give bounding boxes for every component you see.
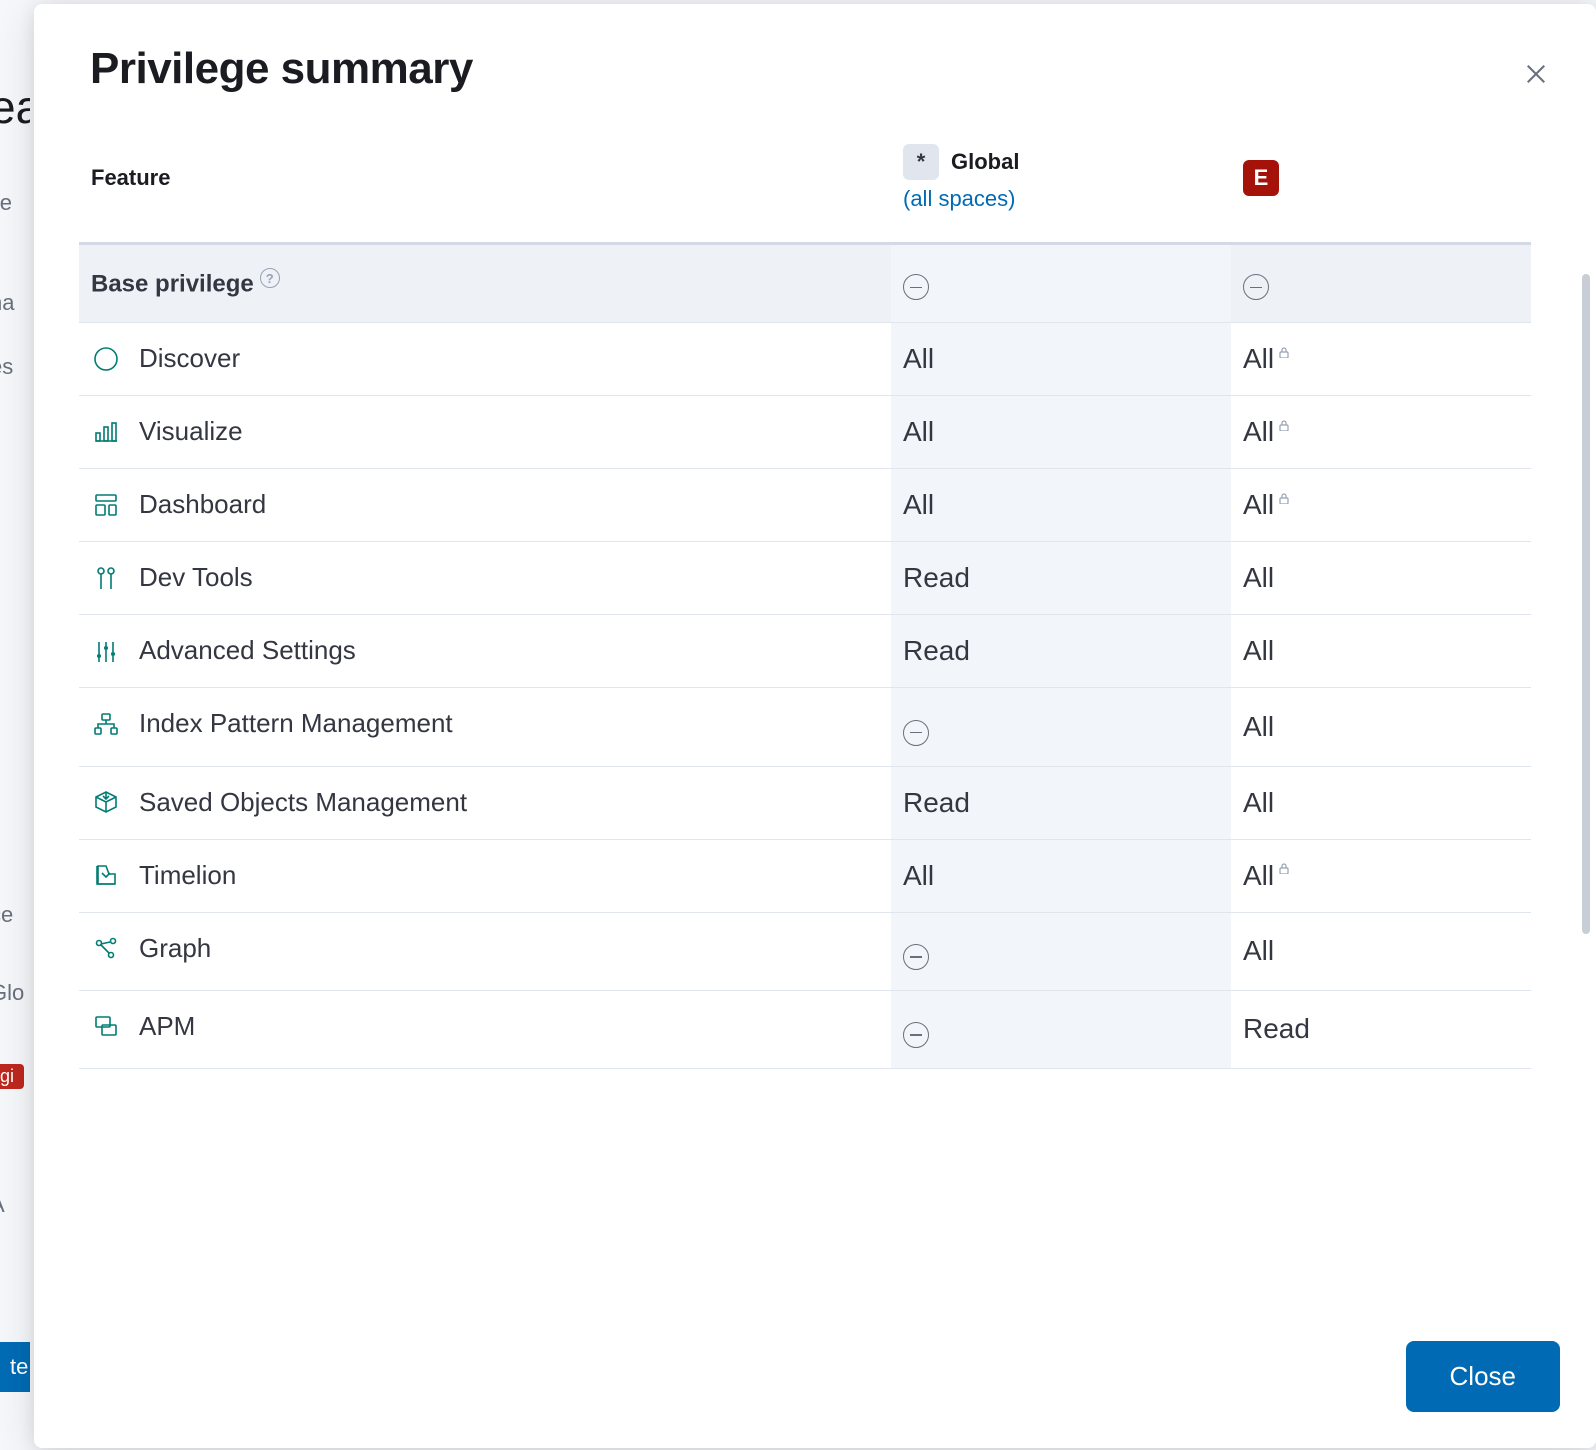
feature-label: APM <box>139 1011 195 1042</box>
feature-name-cell: Dashboard <box>79 469 891 540</box>
base-privilege-row: Base privilege? <box>79 244 1531 323</box>
column-header-space-e: E <box>1231 124 1531 244</box>
feature-row: Advanced Settings ReadAll <box>79 615 1531 688</box>
feature-global-value <box>891 688 1231 766</box>
feature-row: Dev Tools ReadAll <box>79 542 1531 615</box>
feature-row: Dashboard AllAll <box>79 469 1531 542</box>
feature-e-value: All <box>1231 323 1531 396</box>
feature-global-value: Read <box>891 542 1231 615</box>
close-icon[interactable] <box>1516 54 1556 94</box>
base-privilege-global <box>891 244 1231 323</box>
minus-icon <box>903 944 929 970</box>
space-e-badge: E <box>1243 160 1279 196</box>
feature-name-cell: Graph <box>79 913 891 984</box>
feature-row: Discover AllAll <box>79 323 1531 396</box>
lock-icon <box>1278 345 1290 361</box>
feature-name-cell: Discover <box>79 323 891 394</box>
feature-row: Visualize AllAll <box>79 396 1531 469</box>
feature-name-cell: Dev Tools <box>79 542 891 613</box>
feature-global-value: All <box>891 323 1231 396</box>
column-header-global: * Global (all spaces) <box>891 124 1231 244</box>
modal-title: Privilege summary <box>90 44 1540 94</box>
feature-label: Advanced Settings <box>139 635 356 666</box>
feature-name-cell: APM <box>79 991 891 1062</box>
advanced-icon <box>91 636 121 666</box>
dashboard-icon <box>91 490 121 520</box>
feature-label: Dev Tools <box>139 562 253 593</box>
all-spaces-link[interactable]: (all spaces) <box>903 186 1015 212</box>
apm-icon <box>91 1011 121 1041</box>
feature-name-cell: Advanced Settings <box>79 615 891 686</box>
feature-e-value: Read <box>1231 990 1531 1068</box>
feature-name-cell: Index Pattern Management <box>79 688 891 759</box>
timelion-icon <box>91 860 121 890</box>
minus-icon <box>1243 274 1269 300</box>
graph-icon <box>91 933 121 963</box>
feature-row: Graph All <box>79 912 1531 990</box>
feature-name-cell: Timelion <box>79 840 891 911</box>
privilege-table: Feature * Global (all spaces) <box>79 124 1531 1069</box>
devtools-icon <box>91 563 121 593</box>
feature-global-value: Read <box>891 766 1231 839</box>
feature-name-cell: Visualize <box>79 396 891 467</box>
feature-row: Saved Objects Management ReadAll <box>79 766 1531 839</box>
base-privilege-e <box>1231 244 1531 323</box>
feature-e-value: All <box>1231 542 1531 615</box>
feature-label: Index Pattern Management <box>139 708 453 739</box>
compass-icon <box>91 344 121 374</box>
feature-e-value: All <box>1231 766 1531 839</box>
feature-label: Discover <box>139 343 240 374</box>
feature-name-cell: Saved Objects Management <box>79 767 891 838</box>
feature-global-value <box>891 990 1231 1068</box>
feature-e-value: All <box>1231 688 1531 766</box>
column-header-feature: Feature <box>79 124 891 244</box>
saved-icon <box>91 787 121 817</box>
feature-global-value: Read <box>891 615 1231 688</box>
minus-icon <box>903 1022 929 1048</box>
feature-label: Visualize <box>139 416 243 447</box>
feature-global-value: All <box>891 469 1231 542</box>
feature-label: Graph <box>139 933 211 964</box>
scrollbar[interactable] <box>1582 274 1590 934</box>
feature-row: Index Pattern Management All <box>79 688 1531 766</box>
feature-label: Dashboard <box>139 489 266 520</box>
feature-global-value: All <box>891 396 1231 469</box>
lock-icon <box>1278 418 1290 434</box>
background-page-fragments: ea ile na es ce Glo A gi te <box>0 0 30 1450</box>
lock-icon <box>1278 861 1290 877</box>
feature-e-value: All <box>1231 615 1531 688</box>
feature-label: Timelion <box>139 860 236 891</box>
base-privilege-label: Base privilege <box>91 271 254 298</box>
index-icon <box>91 709 121 739</box>
visualize-icon <box>91 417 121 447</box>
global-space-label: Global <box>951 149 1019 175</box>
feature-e-value: All <box>1231 469 1531 542</box>
feature-e-value: All <box>1231 396 1531 469</box>
close-button[interactable]: Close <box>1406 1341 1560 1412</box>
help-icon[interactable]: ? <box>260 268 280 288</box>
feature-label: Saved Objects Management <box>139 787 467 818</box>
feature-global-value: All <box>891 839 1231 912</box>
feature-global-value <box>891 912 1231 990</box>
global-space-badge: * <box>903 144 939 180</box>
privilege-summary-modal: Privilege summary Feature <box>34 4 1596 1448</box>
feature-e-value: All <box>1231 839 1531 912</box>
minus-icon <box>903 274 929 300</box>
feature-row: APM Read <box>79 990 1531 1068</box>
feature-row: Timelion AllAll <box>79 839 1531 912</box>
feature-e-value: All <box>1231 912 1531 990</box>
minus-icon <box>903 720 929 746</box>
lock-icon <box>1278 491 1290 507</box>
